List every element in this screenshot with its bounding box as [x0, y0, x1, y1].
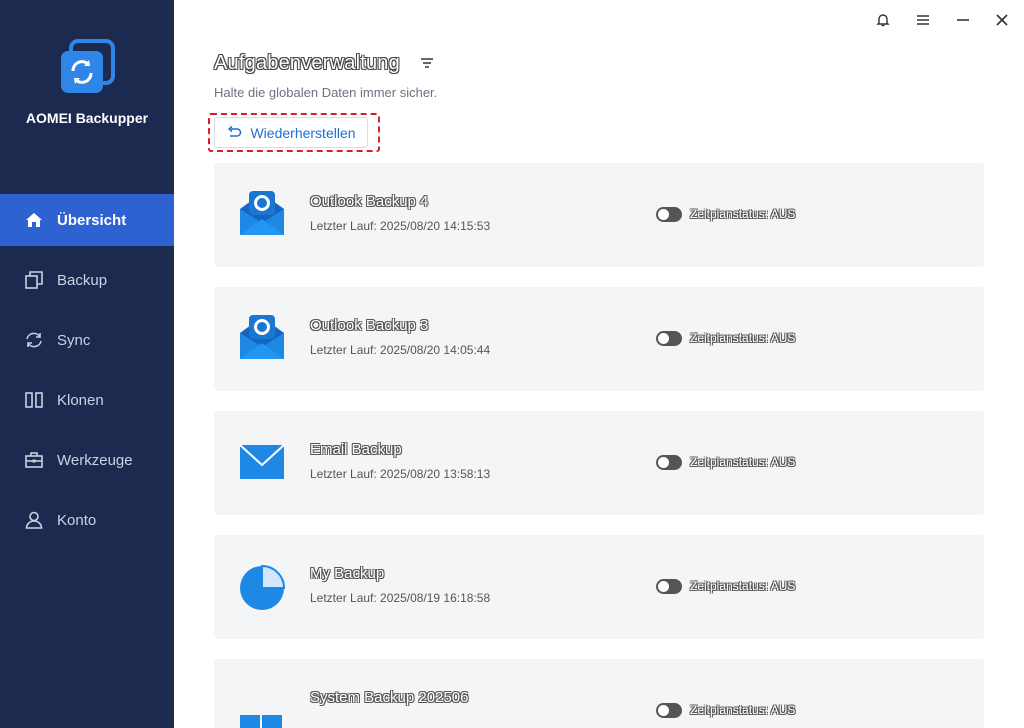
undo-icon [226, 125, 242, 141]
user-icon [24, 510, 44, 530]
schedule-status: Zeitplanstatus: AUS [690, 207, 796, 221]
close-icon[interactable] [990, 8, 1014, 32]
sidebar-item-label: Konto [57, 511, 97, 529]
sidebar-item-label: Klonen [57, 391, 104, 409]
schedule-toggle[interactable] [656, 331, 682, 346]
task-name: Email Backup [310, 441, 402, 458]
sidebar-item-label: Übersicht [57, 211, 127, 229]
sidebar-item-label: Sync [57, 331, 91, 349]
sidebar-item-klonen[interactable]: Klonen [0, 374, 174, 426]
sync-icon [24, 330, 44, 350]
toolbox-icon [24, 450, 44, 470]
schedule-toggle[interactable] [656, 455, 682, 470]
task-card[interactable]: Email Backup Letzter Lauf: 2025/08/20 13… [214, 411, 984, 515]
schedule-status: Zeitplanstatus: AUS [690, 331, 796, 345]
filter-icon[interactable] [420, 56, 434, 70]
task-card[interactable]: Outlook Backup 3 Letzter Lauf: 2025/08/2… [214, 287, 984, 391]
sidebar-item-label: Backup [57, 271, 108, 289]
schedule-status: Zeitplanstatus: AUS [690, 703, 796, 717]
outlook-icon [238, 189, 286, 239]
sidebar: AOMEI Backupper Übersicht Backup Sync Kl… [0, 0, 174, 728]
task-last-run: Letzter Lauf: 2025/08/20 14:15:53 [310, 219, 491, 233]
page-title: Aufgabenverwaltung [214, 52, 400, 74]
minimize-icon[interactable] [951, 8, 975, 32]
task-name: Outlook Backup 4 [310, 193, 429, 210]
page-subtitle: Halte die globalen Daten immer sicher. [214, 85, 438, 100]
clone-icon [24, 390, 44, 410]
task-card[interactable]: My Backup Letzter Lauf: 2025/08/19 16:18… [214, 535, 984, 639]
sidebar-item-label: Werkzeuge [57, 451, 133, 469]
task-last-run: Letzter Lauf: 2025/08/20 13:58:13 [310, 467, 491, 481]
menu-icon[interactable] [911, 8, 935, 32]
sidebar-item-werkzeuge[interactable]: Werkzeuge [0, 434, 174, 486]
notification-bell-icon[interactable] [871, 8, 895, 32]
app-logo-icon [59, 39, 115, 95]
schedule-status: Zeitplanstatus: AUS [690, 455, 796, 469]
sidebar-item-backup[interactable]: Backup [0, 254, 174, 306]
pie-chart-icon [238, 561, 286, 611]
sidebar-item-konto[interactable]: Konto [0, 494, 174, 546]
schedule-toggle[interactable] [656, 207, 682, 222]
app-name: AOMEI Backupper [25, 110, 149, 126]
restore-button-label: Wiederherstellen [250, 124, 356, 141]
copy-icon [24, 270, 44, 290]
task-name: Outlook Backup 3 [310, 317, 429, 334]
schedule-toggle[interactable] [656, 703, 682, 718]
task-last-run: Letzter Lauf: 2025/08/20 14:05:44 [310, 343, 491, 357]
task-name: My Backup [310, 565, 385, 582]
windows-icon [238, 685, 286, 728]
mail-icon [238, 437, 286, 487]
home-icon [24, 210, 44, 230]
schedule-status: Zeitplanstatus: AUS [690, 579, 796, 593]
sidebar-item-sync[interactable]: Sync [0, 314, 174, 366]
restore-button[interactable]: Wiederherstellen [214, 117, 368, 148]
outlook-icon [238, 313, 286, 363]
schedule-toggle[interactable] [656, 579, 682, 594]
task-last-run: Letzter Lauf: 2025/08/19 16:18:58 [310, 591, 491, 605]
sidebar-nav: Übersicht Backup Sync Klonen Werkzeuge K… [0, 194, 174, 554]
sidebar-item-uebersicht[interactable]: Übersicht [0, 194, 174, 246]
task-card[interactable]: Outlook Backup 4 Letzter Lauf: 2025/08/2… [214, 163, 984, 267]
task-name: System Backup 202506 [310, 689, 469, 706]
task-card[interactable]: System Backup 202506 Zeitplanstatus: AUS [214, 659, 984, 728]
